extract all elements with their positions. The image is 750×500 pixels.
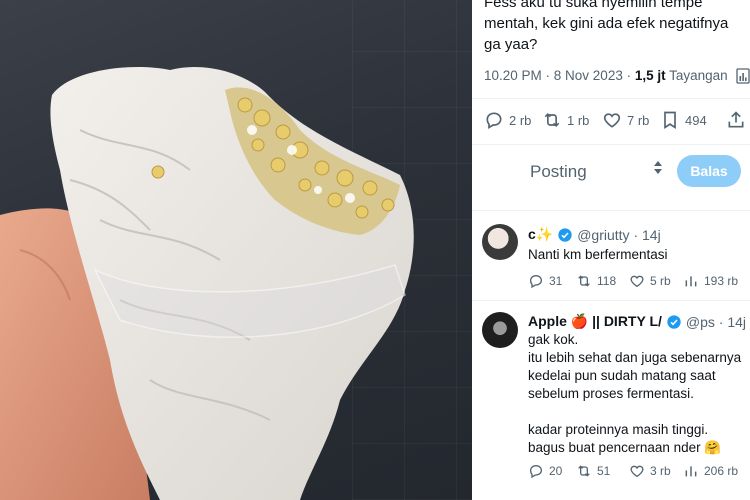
- divider: [472, 98, 750, 99]
- verified-badge-icon: [558, 227, 572, 242]
- views-label: Tayangan: [665, 68, 728, 83]
- like-action[interactable]: 5 rb: [629, 273, 671, 289]
- share-action[interactable]: [726, 110, 746, 130]
- reply-header: Apple 🍎 || DIRTY L/ @ps · 14j: [528, 313, 746, 330]
- reply-author-name[interactable]: Apple 🍎 || DIRTY L/: [528, 313, 662, 330]
- like-action[interactable]: 3 rb: [629, 463, 671, 479]
- reply-action[interactable]: 31: [528, 273, 562, 289]
- bookmark-icon: [664, 111, 676, 130]
- reply-handle[interactable]: @ps · 14j: [686, 314, 746, 330]
- scroll-stepper[interactable]: [652, 158, 664, 180]
- chevron-down-icon: [654, 169, 662, 174]
- reply-item[interactable]: Apple 🍎 || DIRTY L/ @ps · 14j gak kok. i…: [472, 300, 750, 500]
- repost-count: 118: [597, 274, 617, 288]
- views-count: 193 rb: [704, 274, 739, 288]
- analytics-icon: [685, 276, 697, 287]
- post-photo[interactable]: [0, 0, 472, 500]
- avatar[interactable]: [482, 312, 518, 348]
- heart-icon: [630, 465, 644, 478]
- post-text: Fess aku tu suka nyemilin tempe mentah, …: [484, 0, 729, 53]
- views-count: 1,5 jt: [634, 68, 666, 83]
- heart-icon: [630, 275, 644, 288]
- views-action[interactable]: 193 rb: [683, 273, 738, 289]
- reply-action[interactable]: 2 rb: [484, 110, 531, 130]
- reply-count: 2 rb: [509, 112, 532, 128]
- post-detail-panel: Fess aku tu suka nyemilin tempe mentah, …: [472, 0, 750, 500]
- avatar[interactable]: [482, 224, 518, 260]
- repost-count: 1 rb: [567, 112, 590, 128]
- reply-header: c✨ @griutty · 14j: [528, 226, 661, 243]
- verified-badge-icon: [667, 314, 681, 329]
- repost-action[interactable]: 51: [576, 463, 610, 479]
- like-count: 5 rb: [650, 274, 671, 288]
- reply-item[interactable]: c✨ @griutty · 14j Nanti km berfermentasi…: [472, 210, 750, 300]
- like-action[interactable]: 7 rb: [602, 110, 649, 130]
- like-count: 3 rb: [650, 464, 671, 478]
- post-actions-bar: 2 rb 1 rb 7 rb 494: [484, 110, 750, 132]
- heart-icon: [603, 113, 621, 128]
- divider: [472, 144, 750, 145]
- reply-action[interactable]: 20: [528, 463, 562, 479]
- chevron-up-icon: [654, 161, 662, 166]
- reply-count: 20: [549, 464, 563, 478]
- reply-icon: [529, 274, 543, 289]
- reply-button[interactable]: Balas: [677, 155, 741, 187]
- reply-text: gak kok. itu lebih sehat dan juga sebena…: [528, 332, 742, 455]
- post-timestamp[interactable]: 10.20 PM · 8 Nov 2023 ·: [484, 68, 635, 83]
- repost-action[interactable]: 1 rb: [542, 110, 589, 130]
- repost-count: 51: [597, 464, 611, 478]
- reply-count: 31: [549, 274, 563, 288]
- repost-icon: [544, 112, 560, 128]
- reply-actions-bar: 31 118 5 rb 193 rb: [528, 273, 750, 291]
- share-icon: [728, 111, 744, 128]
- bookmark-count: 494: [685, 112, 707, 128]
- analytics-icon[interactable]: [736, 68, 750, 84]
- views-count: 206 rb: [704, 464, 739, 478]
- repost-icon: [578, 465, 590, 477]
- like-count: 7 rb: [627, 112, 650, 128]
- reply-icon: [486, 112, 502, 129]
- repost-action[interactable]: 118: [576, 273, 616, 289]
- reply-text: Nanti km berfermentasi: [528, 247, 668, 262]
- reply-actions-bar: 20 51 3 rb 206 rb: [528, 463, 750, 481]
- reply-author-name[interactable]: c✨: [528, 226, 553, 243]
- repost-icon: [578, 275, 590, 287]
- bookmark-action[interactable]: 494: [660, 110, 707, 130]
- views-action[interactable]: 206 rb: [683, 463, 738, 479]
- tempeh-photo-illustration: [0, 66, 414, 500]
- post-meta: 10.20 PM · 8 Nov 2023 · 1,5 jt Tayangan: [484, 68, 750, 84]
- reply-composer: Posting Balas: [472, 150, 750, 195]
- analytics-icon: [685, 466, 697, 477]
- reply-icon: [529, 464, 543, 479]
- reply-handle[interactable]: @griutty · 14j: [577, 227, 660, 243]
- reply-input[interactable]: Posting: [530, 162, 587, 182]
